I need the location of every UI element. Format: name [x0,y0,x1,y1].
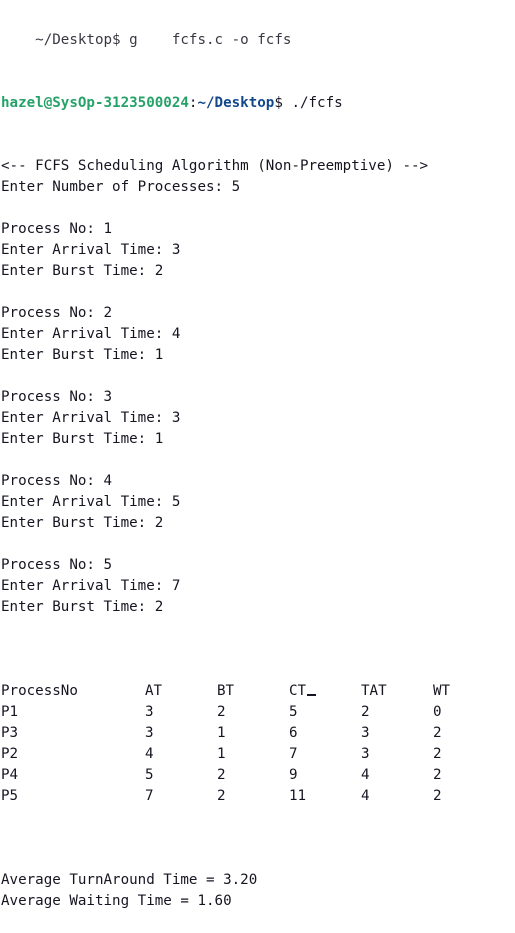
table-cell: 5 [145,767,154,783]
table-cell: 2 [217,704,226,720]
table-header-row: ProcessNo AT BT CT TAT WT [1,681,515,702]
output-line: Process No: 4 [1,473,113,489]
table-cell: 7 [289,746,298,762]
table-header-cell: AT [145,683,163,699]
table-cell: 7 [145,788,154,804]
table-cell: 1 [217,725,226,741]
table-row: P2 4 1 7 3 2 [1,744,515,765]
table-cell: 5 [289,704,298,720]
output-line: Process No: 5 [1,557,113,573]
table-cell: 2 [433,767,442,783]
table-cell: P5 [1,788,19,804]
table-cell: 3 [361,725,370,741]
output-line: Enter Number of Processes: 5 [1,179,241,195]
table-cell: 6 [289,725,298,741]
table-cell: P4 [1,767,19,783]
table-row: P4 5 2 9 4 2 [1,765,515,786]
output-line: Enter Burst Time: 2 [1,599,164,615]
command-text: ./fcfs [291,95,343,111]
table-cell: 2 [433,725,442,741]
table-header-cell: CT [289,683,307,699]
prompt-symbol: $ [274,95,292,111]
table-row: P1 3 2 5 2 0 [1,702,515,723]
results-table: ProcessNo AT BT CT TAT WT P1 3 2 5 2 0 P3 3 1 6 3 2 P2 4 1 7 3… [1,681,515,807]
table-cell: 3 [145,704,154,720]
prompt-user-host: hazel@SysOp-3123500024 [1,95,189,111]
output-line: Enter Arrival Time: 4 [1,326,181,342]
table-cell: P2 [1,746,19,762]
terminal-output[interactable]: ~/Desktop$ g fcfs.c -o fcfs hazel@SysOp-… [1,0,515,933]
table-row: P3 3 1 6 3 2 [1,723,515,744]
table-cell: 4 [361,767,370,783]
output-line: Enter Arrival Time: 3 [1,242,181,258]
output-line: Enter Arrival Time: 7 [1,578,181,594]
summary-line: Average TurnAround Time = 3.20 [1,872,258,888]
table-cell: 2 [433,788,442,804]
table-header-cell: BT [217,683,235,699]
prompt-line: hazel@SysOp-3123500024:~/Desktop$ ./fcfs [1,93,515,114]
prompt-path: ~/Desktop [197,95,275,111]
table-cell: 11 [289,788,307,804]
output-line: Process No: 1 [1,221,113,237]
output-line: Enter Burst Time: 1 [1,347,164,363]
table-cell: 3 [361,746,370,762]
table-header-cell: WT [433,683,451,699]
table-cell: 9 [289,767,298,783]
table-cell: 4 [361,788,370,804]
output-line: Enter Arrival Time: 3 [1,410,181,426]
table-cell: 2 [361,704,370,720]
table-cell: 0 [433,704,442,720]
table-cell: 2 [433,746,442,762]
table-cell: P1 [1,704,19,720]
table-row: P5 7 2 11 4 2 [1,786,515,807]
table-cell: P3 [1,725,19,741]
summary-line: Average Waiting Time = 1.60 [1,893,232,909]
output-line: Enter Burst Time: 1 [1,431,164,447]
table-cell: 2 [217,788,226,804]
previous-command-line: ~/Desktop$ g fcfs.c -o fcfs [1,32,292,48]
output-line: Process No: 3 [1,389,113,405]
output-line: Process No: 2 [1,305,113,321]
summary-line [1,849,515,870]
output-line: Enter Burst Time: 2 [1,515,164,531]
table-header-cell: ProcessNo [1,683,78,699]
text-cursor [307,694,316,696]
table-header-cell: TAT [361,683,387,699]
table-cell: 1 [217,746,226,762]
table-cell: 3 [145,725,154,741]
table-cell: 2 [217,767,226,783]
output-line: <-- FCFS Scheduling Algorithm (Non-Preem… [1,158,429,174]
table-cell: 4 [145,746,154,762]
output-line: Enter Arrival Time: 5 [1,494,181,510]
output-line: Enter Burst Time: 2 [1,263,164,279]
